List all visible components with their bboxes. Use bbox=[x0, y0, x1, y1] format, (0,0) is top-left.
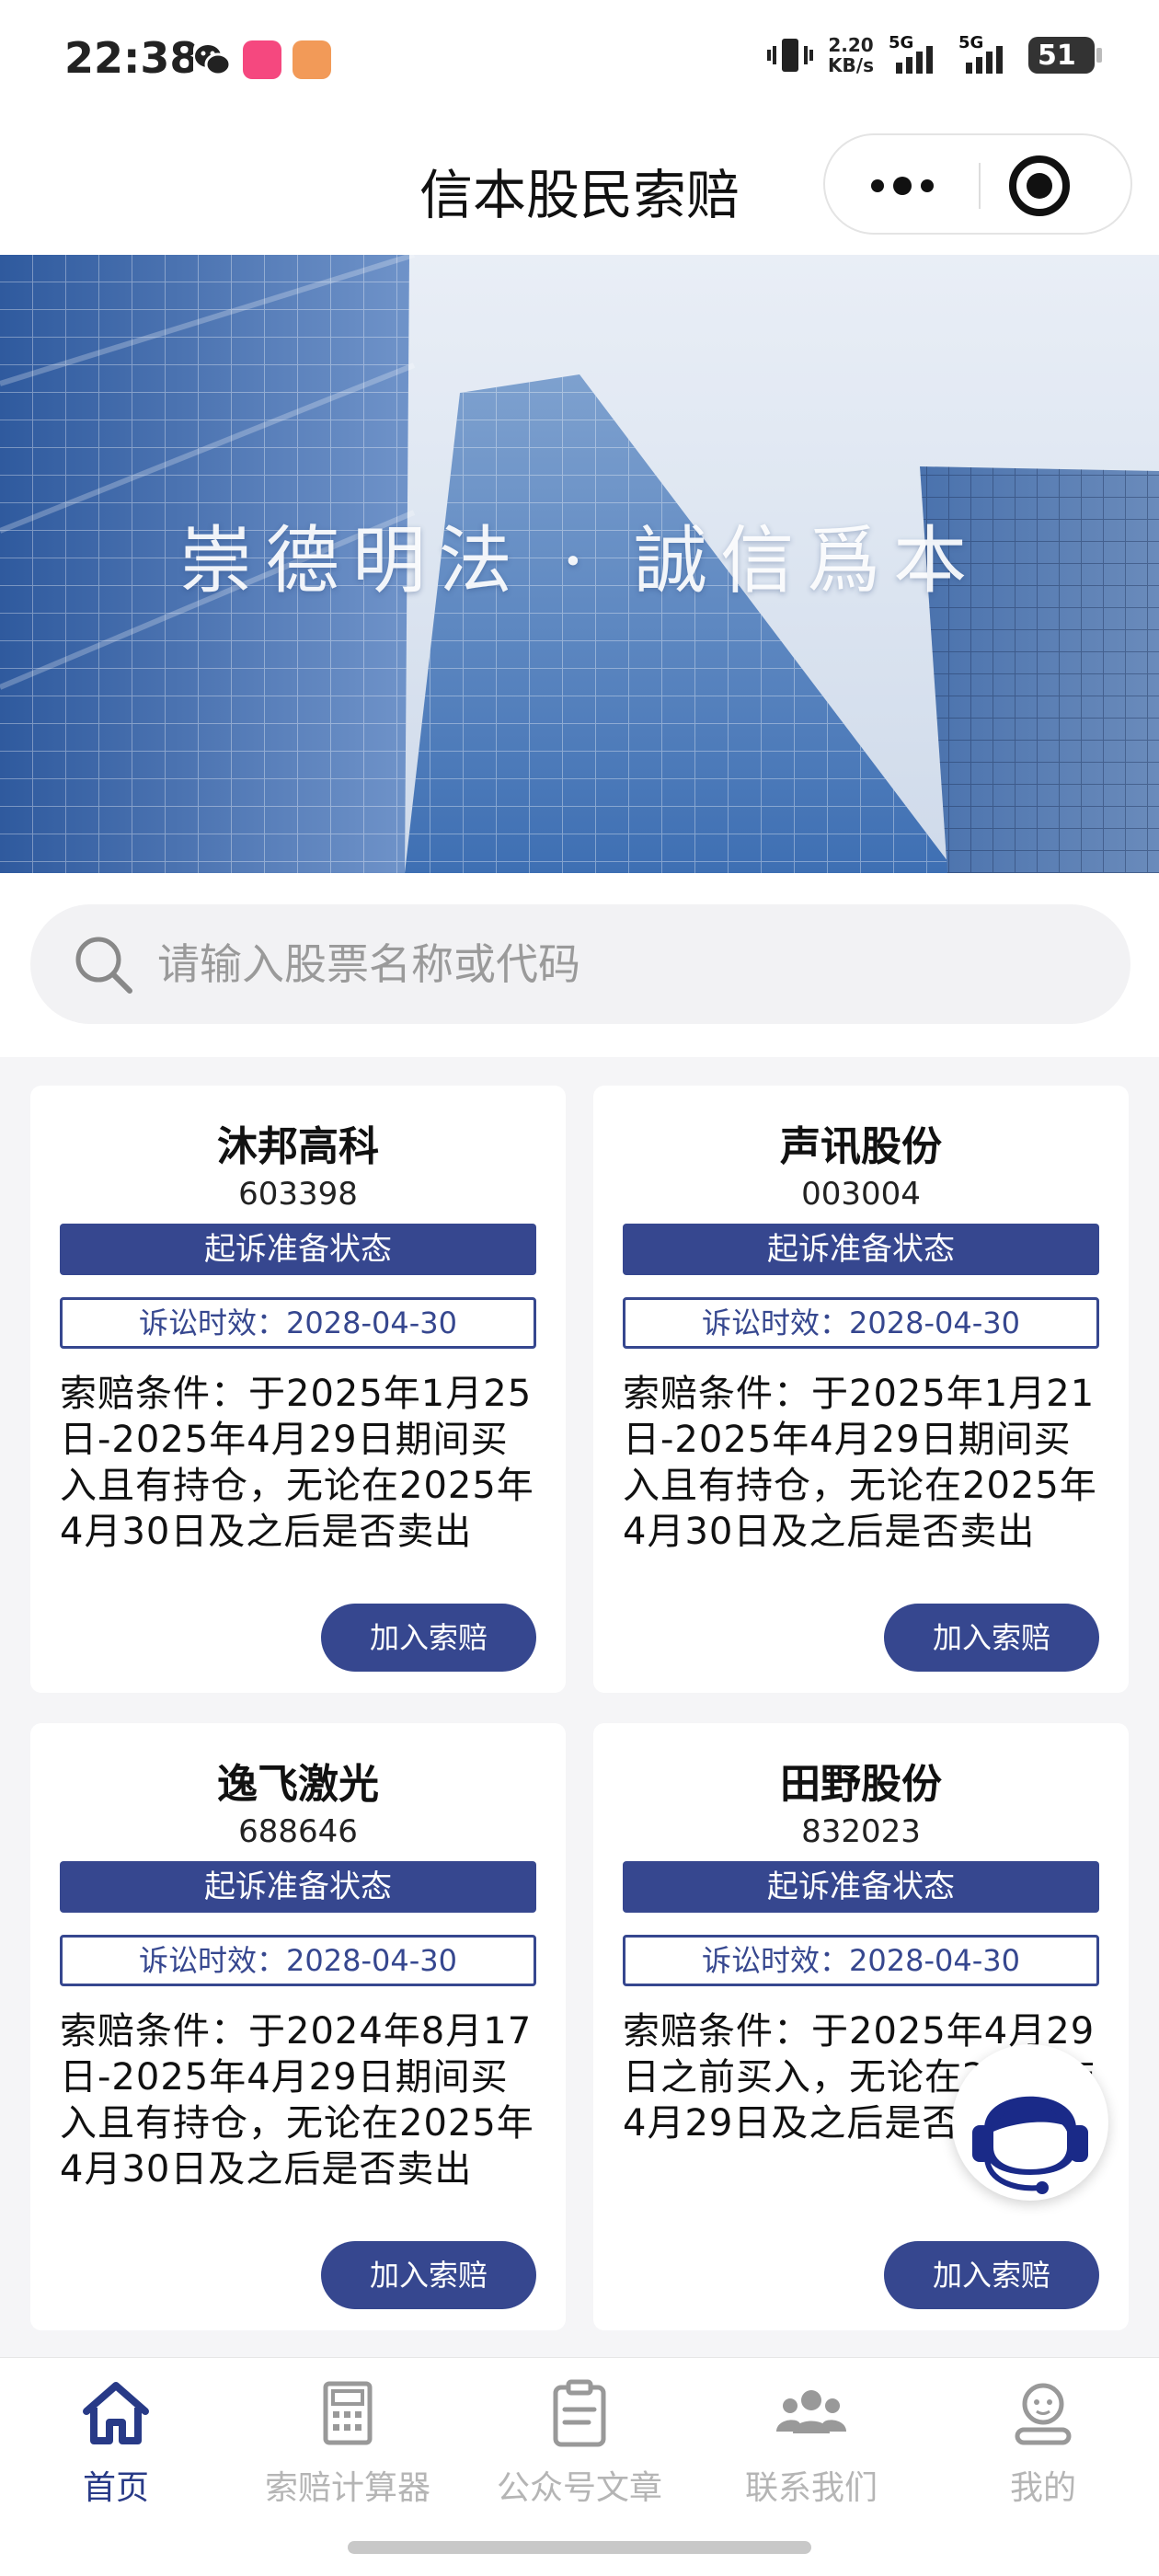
case-card[interactable]: 田野股份 832023 起诉准备状态 诉讼时效：2028-04-30 索赔条件：… bbox=[593, 1723, 1129, 2330]
stock-name: 逸飞激光 bbox=[217, 1761, 379, 1808]
limitation-badge: 诉讼时效：2028-04-30 bbox=[623, 1297, 1099, 1349]
case-card[interactable]: 逸飞激光 688646 起诉准备状态 诉讼时效：2028-04-30 索赔条件：… bbox=[30, 1723, 566, 2330]
search-bar[interactable] bbox=[30, 904, 1130, 1024]
status-badge: 起诉准备状态 bbox=[60, 1861, 536, 1913]
home-indicator[interactable] bbox=[348, 2541, 811, 2554]
stock-name: 沐邦高科 bbox=[217, 1123, 379, 1170]
join-claim-button[interactable]: 加入索赔 bbox=[884, 2241, 1099, 2309]
join-claim-button[interactable]: 加入索赔 bbox=[321, 2241, 536, 2309]
tab-calculator[interactable]: 索赔计算器 bbox=[232, 2376, 464, 2514]
stock-name: 田野股份 bbox=[780, 1761, 942, 1808]
stock-code: 832023 bbox=[801, 1813, 921, 1850]
stock-code: 603398 bbox=[238, 1176, 358, 1213]
more-options-button[interactable] bbox=[825, 135, 980, 236]
miniprogram-capsule bbox=[823, 133, 1132, 235]
capsule-divider bbox=[979, 163, 981, 209]
search-section bbox=[0, 873, 1159, 1057]
pet-app-icon bbox=[293, 40, 331, 79]
search-icon bbox=[75, 937, 132, 994]
vibrate-icon bbox=[767, 39, 814, 72]
user-icon bbox=[1015, 2383, 1072, 2445]
tab-label: 联系我们 bbox=[744, 2469, 878, 2507]
claim-condition: 索赔条件：于2025年1月21日-2025年4月29日期间买入且有持仓，无论在2… bbox=[623, 1373, 1097, 1553]
claim-condition: 索赔条件：于2024年8月17日-2025年4月29日期间买入且有持仓，无论在2… bbox=[60, 2010, 534, 2191]
more-dot-icon bbox=[921, 179, 934, 192]
case-card[interactable]: 沐邦高科 603398 起诉准备状态 诉讼时效：2028-04-30 索赔条件：… bbox=[30, 1086, 566, 1693]
signal-sim2-icon: 5G bbox=[958, 33, 1014, 74]
limitation-badge: 诉讼时效：2028-04-30 bbox=[623, 1935, 1099, 1986]
tab-label: 我的 bbox=[1009, 2469, 1076, 2507]
status-app-icons bbox=[193, 40, 331, 79]
more-dot-icon bbox=[893, 177, 912, 195]
status-time: 22:38 bbox=[64, 33, 200, 83]
clipboard-icon bbox=[553, 2379, 606, 2447]
navigation-bar: 信本股民索赔 bbox=[0, 124, 1159, 255]
join-claim-button[interactable]: 加入索赔 bbox=[321, 1604, 536, 1672]
more-dot-icon bbox=[871, 179, 884, 192]
customer-service-button[interactable] bbox=[952, 2044, 1108, 2201]
tab-label: 索赔计算器 bbox=[264, 2469, 430, 2507]
search-input[interactable] bbox=[157, 904, 1077, 1024]
tab-home[interactable]: 首页 bbox=[0, 2376, 232, 2514]
tab-label: 首页 bbox=[82, 2469, 149, 2507]
wechat-icon bbox=[193, 40, 232, 79]
status-badge: 起诉准备状态 bbox=[623, 1861, 1099, 1913]
status-bar: 22:38 2.20 KB/s 5G 5G 51 bbox=[0, 0, 1159, 124]
stock-code: 003004 bbox=[801, 1176, 921, 1213]
tab-contact[interactable]: 联系我们 bbox=[695, 2376, 927, 2514]
status-badge: 起诉准备状态 bbox=[60, 1224, 536, 1275]
limitation-badge: 诉讼时效：2028-04-30 bbox=[60, 1935, 536, 1986]
close-miniprogram-button[interactable] bbox=[1009, 155, 1070, 216]
join-claim-button[interactable]: 加入索赔 bbox=[884, 1604, 1099, 1672]
signal-sim1-icon: 5G bbox=[889, 33, 944, 74]
home-icon bbox=[83, 2382, 149, 2444]
limitation-badge: 诉讼时效：2028-04-30 bbox=[60, 1297, 536, 1349]
net-speed: 2.20 KB/s bbox=[828, 34, 874, 76]
status-indicators: 2.20 KB/s 5G 5G 51 bbox=[767, 33, 1102, 76]
people-icon bbox=[776, 2390, 846, 2433]
tab-label: 公众号文章 bbox=[496, 2469, 662, 2507]
case-card[interactable]: 声讯股份 003004 起诉准备状态 诉讼时效：2028-04-30 索赔条件：… bbox=[593, 1086, 1129, 1693]
banner-slogan: 崇德明法 · 誠信爲本 bbox=[178, 518, 981, 604]
stock-name: 声讯股份 bbox=[780, 1123, 942, 1170]
banner-image[interactable]: 崇德明法 · 誠信爲本 bbox=[0, 255, 1159, 873]
status-badge: 起诉准备状态 bbox=[623, 1224, 1099, 1275]
shopping-app-icon bbox=[243, 40, 281, 79]
claim-condition: 索赔条件：于2025年1月25日-2025年4月29日期间买入且有持仓，无论在2… bbox=[60, 1373, 534, 1553]
stock-code: 688646 bbox=[238, 1813, 358, 1850]
tab-articles[interactable]: 公众号文章 bbox=[464, 2376, 695, 2514]
battery-icon: 51 bbox=[1028, 37, 1102, 74]
calculator-icon bbox=[323, 2381, 373, 2445]
tab-mine[interactable]: 我的 bbox=[927, 2376, 1159, 2514]
customer-service-icon bbox=[972, 2096, 1088, 2194]
